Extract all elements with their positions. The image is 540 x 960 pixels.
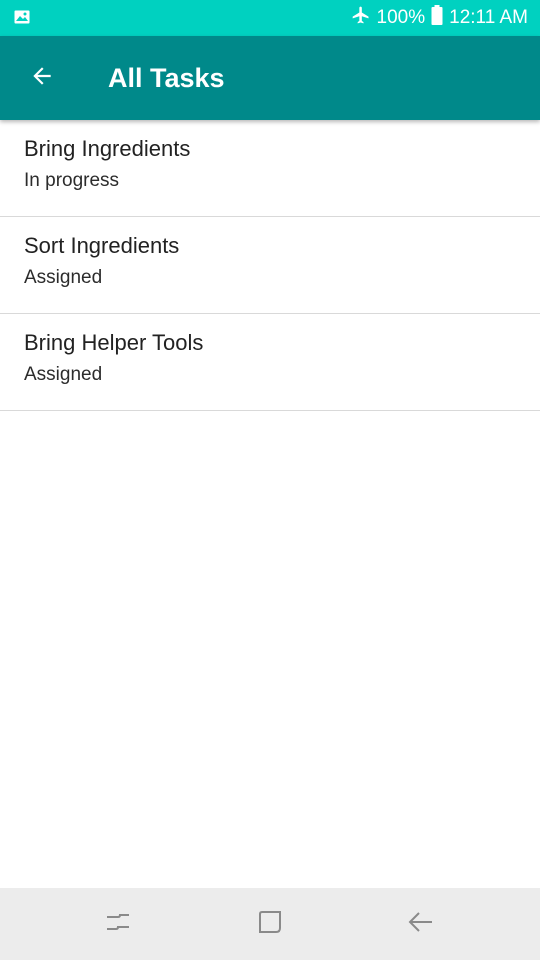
task-status: Assigned — [24, 267, 103, 288]
task-item-sort-ingredients[interactable]: Sort Ingredients Assigned — [0, 217, 540, 314]
page-title: All Tasks — [108, 63, 225, 93]
home-icon — [256, 908, 284, 941]
status-time: 12:11 AM — [449, 7, 528, 28]
task-status: In progress — [24, 170, 120, 191]
task-item-bring-ingredients[interactable]: Bring Ingredients In progress — [0, 120, 540, 217]
status-right: 100% 12:11 AM — [351, 0, 528, 36]
task-item-bring-helper-tools[interactable]: Bring Helper Tools Assigned — [0, 314, 540, 411]
image-icon — [14, 10, 30, 29]
recents-button[interactable] — [98, 906, 138, 942]
recents-icon — [104, 908, 132, 941]
navigation-bar — [0, 888, 540, 960]
task-title: Sort Ingredients — [24, 233, 180, 258]
back-icon — [406, 908, 434, 941]
home-button[interactable] — [250, 906, 290, 942]
app-bar: All Tasks — [0, 36, 540, 120]
system-back-button[interactable] — [400, 906, 440, 942]
status-bar: 100% 12:11 AM — [0, 0, 540, 36]
task-title: Bring Ingredients — [24, 136, 191, 161]
task-list: Bring Ingredients In progress Sort Ingre… — [0, 120, 540, 411]
task-title: Bring Helper Tools — [24, 330, 204, 355]
task-status: Assigned — [24, 364, 103, 385]
battery-icon — [431, 5, 443, 31]
battery-percentage: 100% — [376, 7, 426, 28]
airplane-icon — [351, 5, 371, 31]
back-arrow-icon — [29, 63, 55, 94]
back-button[interactable] — [22, 58, 62, 98]
